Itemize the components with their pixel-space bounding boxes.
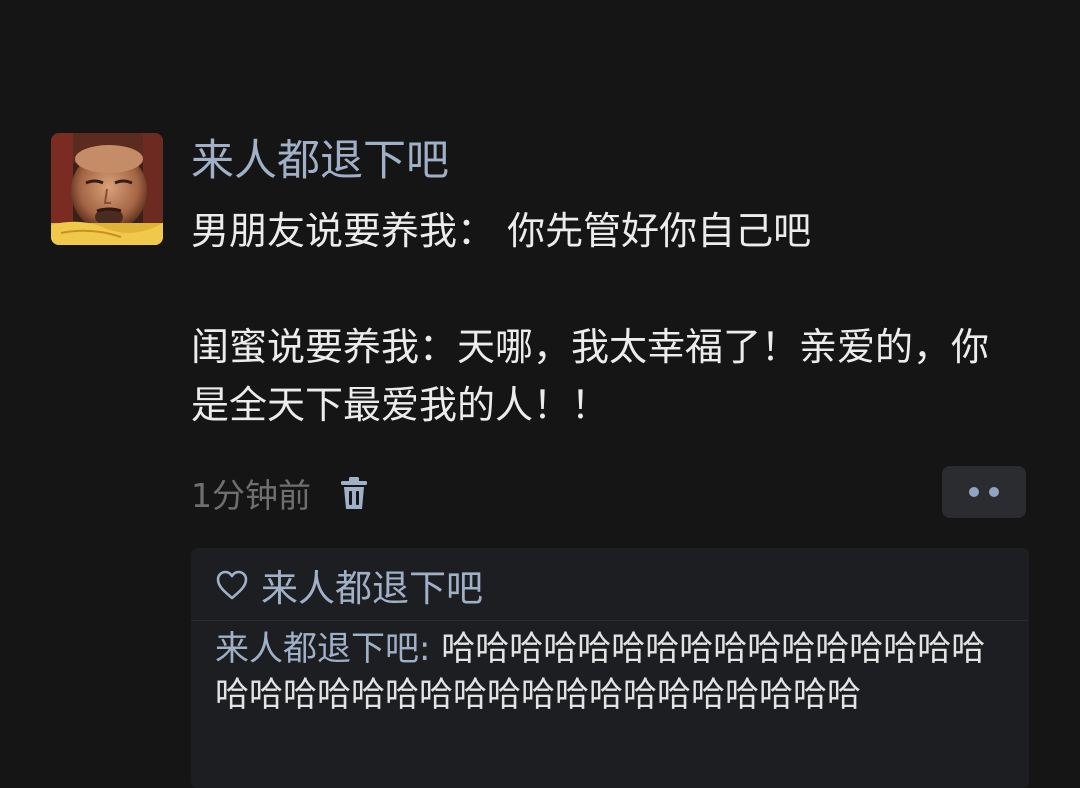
- post-meta: 1分钟前: [191, 468, 369, 518]
- comment-item[interactable]: 来人都退下吧: 哈哈哈哈哈哈哈哈哈哈哈哈哈哈哈哈哈哈哈哈哈哈哈哈哈哈哈哈哈哈哈哈…: [215, 626, 1013, 718]
- more-dots-icon: [969, 487, 979, 497]
- post-time: 1分钟前: [191, 476, 311, 515]
- comment-separator: :: [419, 629, 442, 669]
- more-dots-icon: [989, 487, 999, 497]
- comment-author[interactable]: 来人都退下吧: [215, 629, 419, 669]
- heart-outline-icon: [216, 570, 248, 600]
- avatar-photo: [51, 133, 163, 245]
- post-content-line: 男朋友说要养我： 你先管好你自己吧: [191, 209, 812, 253]
- avatar[interactable]: [51, 133, 163, 245]
- trash-icon[interactable]: [339, 475, 369, 511]
- post-content-line: 闺蜜说要养我：天哪，我太幸福了！亲爱的，你是全天下最爱我的人！！: [191, 325, 990, 427]
- like-user-name[interactable]: 来人都退下吧: [261, 558, 483, 612]
- post-username[interactable]: 来人都退下吧: [191, 135, 449, 187]
- more-button[interactable]: [942, 466, 1026, 518]
- divider: [191, 620, 1029, 621]
- interaction-panel: 来人都退下吧 来人都退下吧: 哈哈哈哈哈哈哈哈哈哈哈哈哈哈哈哈哈哈哈哈哈哈哈哈哈…: [191, 548, 1029, 788]
- post-content: 男朋友说要养我： 你先管好你自己吧 闺蜜说要养我：天哪，我太幸福了！亲爱的，你是…: [191, 202, 1021, 434]
- moment-post: 来人都退下吧 男朋友说要养我： 你先管好你自己吧 闺蜜说要养我：天哪，我太幸福了…: [0, 0, 1080, 788]
- like-row: 来人都退下吧: [215, 560, 483, 610]
